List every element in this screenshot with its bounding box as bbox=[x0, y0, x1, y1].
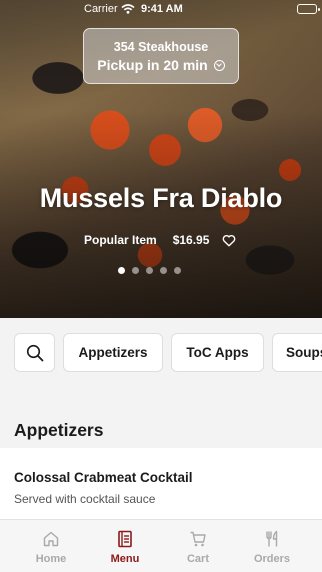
category-chip-appetizers[interactable]: Appetizers bbox=[63, 333, 163, 372]
featured-tag: Popular Item bbox=[84, 233, 157, 247]
tab-label: Menu bbox=[110, 553, 140, 565]
menu-item-name: Colossal Crabmeat Cocktail bbox=[14, 470, 193, 485]
category-chip-soups[interactable]: Soups bbox=[272, 333, 322, 372]
utensils-icon bbox=[266, 530, 278, 547]
carousel-indicator[interactable] bbox=[118, 267, 181, 274]
chevron-down-circle-icon bbox=[213, 59, 225, 71]
wifi-icon bbox=[121, 4, 135, 14]
cart-icon bbox=[190, 531, 206, 547]
status-time: 9:41 AM bbox=[141, 3, 183, 15]
menu-book-icon bbox=[118, 530, 132, 548]
pickup-selector[interactable]: 354 Steakhouse Pickup in 20 min bbox=[83, 28, 239, 84]
carousel-dot[interactable] bbox=[132, 267, 139, 274]
store-name: 354 Steakhouse bbox=[113, 40, 209, 54]
tab-cart[interactable]: Cart bbox=[161, 520, 235, 572]
tab-orders[interactable]: Orders bbox=[235, 520, 309, 572]
carousel-dot[interactable] bbox=[174, 267, 181, 274]
pickup-time: Pickup in 20 min bbox=[97, 57, 208, 73]
tab-menu[interactable]: Menu bbox=[88, 520, 162, 572]
category-bar: Appetizers ToC Apps Soups bbox=[0, 318, 322, 390]
heart-icon[interactable] bbox=[222, 234, 236, 247]
carousel-dot[interactable] bbox=[160, 267, 167, 274]
menu-item-description: Served with cocktail sauce bbox=[14, 492, 156, 506]
tab-label: Cart bbox=[186, 553, 209, 565]
home-icon bbox=[43, 531, 59, 547]
category-chip-toc-apps[interactable]: ToC Apps bbox=[171, 333, 264, 372]
tab-label: Home bbox=[35, 553, 67, 565]
featured-price: $16.95 bbox=[172, 233, 210, 247]
tab-label: Orders bbox=[253, 553, 291, 565]
menu-section: Appetizers Colossal Crabmeat Cocktail Se… bbox=[0, 390, 322, 519]
carrier-label: Carrier bbox=[84, 3, 118, 15]
tab-home[interactable]: Home bbox=[14, 520, 88, 572]
search-button[interactable] bbox=[14, 333, 55, 372]
battery-icon bbox=[297, 4, 320, 14]
carousel-dot[interactable] bbox=[146, 267, 153, 274]
menu-item[interactable]: Colossal Crabmeat Cocktail Served with c… bbox=[0, 448, 322, 519]
bottom-tab-bar: Home Menu Cart Orders bbox=[0, 519, 322, 572]
section-title: Appetizers bbox=[14, 420, 104, 440]
status-bar: Carrier 9:41 AM bbox=[0, 0, 322, 20]
featured-item-meta: Popular Item $16.95 bbox=[84, 233, 236, 247]
carousel-dot[interactable] bbox=[118, 267, 125, 274]
featured-item-title: Mussels Fra Diablo bbox=[39, 183, 283, 213]
search-icon bbox=[26, 344, 44, 362]
hero-banner[interactable]: Carrier 9:41 AM 354 Steakhouse Pickup in… bbox=[0, 0, 322, 318]
